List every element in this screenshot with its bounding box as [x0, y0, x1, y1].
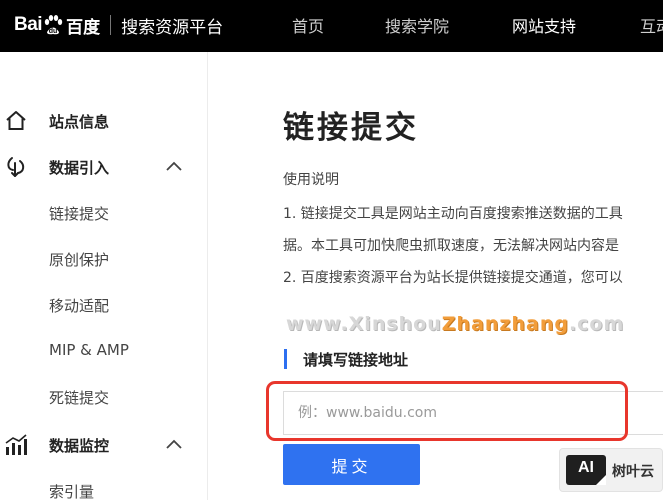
top-nav-bar: Bai du 百度 搜索资源平台 首页 搜索学院 网站支持 互动 [0, 0, 663, 52]
usage-line: 1. 链接提交工具是网站主动向百度搜索推送数据的工具 [283, 206, 623, 222]
ai-logo-corner [596, 475, 606, 485]
nav-home[interactable]: 首页 [292, 13, 324, 37]
sidebar-item-original-protection[interactable]: 原创保护 [49, 249, 109, 270]
bar-chart-icon [5, 434, 27, 455]
sidebar-item-mobile-adapt[interactable]: 移动适配 [49, 295, 109, 316]
data-import-icon [7, 157, 25, 177]
chevron-up-icon[interactable] [165, 437, 183, 451]
brand-name: 树叶云 [612, 464, 654, 480]
paw-icon: du [44, 15, 63, 35]
svg-text:du: du [49, 28, 58, 35]
sidebar-item-link-submit[interactable]: 链接提交 [49, 203, 109, 224]
ai-logo-icon: AI [566, 455, 606, 485]
sidebar-group-label: 数据引入 [49, 159, 110, 177]
sidebar-item-label: 站点信息 [49, 113, 110, 131]
home-icon [6, 111, 26, 130]
sidebar-item-mip-amp[interactable]: MIP & AMP [49, 341, 129, 359]
sidebar-item-index-volume[interactable]: 索引量 [49, 481, 94, 500]
logo-text-cn: 百度 [66, 17, 101, 38]
sidebar-group-data-monitor[interactable]: 数据监控 [0, 427, 207, 463]
logo-text-bai: Bai [14, 14, 43, 35]
nav-site-support[interactable]: 网站支持 [512, 13, 576, 37]
sidebar-group-label: 数据监控 [49, 437, 110, 455]
page-title: 链接提交 [283, 110, 419, 146]
sidebar-item-dead-link[interactable]: 死链提交 [49, 387, 109, 408]
watermark-suffix: .com [568, 313, 625, 335]
watermark-text: www.XinshouZhanzhang.com [286, 313, 624, 335]
usage-heading: 使用说明 [283, 172, 339, 188]
field-label-accent [284, 349, 287, 369]
sidebar-item-site-info[interactable]: 站点信息 [0, 103, 207, 139]
platform-name: 搜索资源平台 [121, 17, 224, 38]
baidu-logo[interactable]: Bai du 百度 搜索资源平台 [14, 10, 223, 40]
chevron-up-icon[interactable] [165, 159, 183, 173]
logo-divider [110, 15, 112, 35]
sidebar: 站点信息 数据引入 链接提交 原创保护 移动适配 MIP & AMP 死链提交 … [0, 52, 208, 500]
nav-interaction[interactable]: 互动 [640, 13, 663, 37]
usage-line: 2. 百度搜索资源平台为站长提供链接提交通道，您可以 [283, 270, 623, 286]
brand-badge: AI 树叶云 [559, 448, 663, 492]
sidebar-group-data-import[interactable]: 数据引入 [0, 149, 207, 185]
usage-line: 据。本工具可加快爬虫抓取速度，无法解决网站内容是 [283, 238, 619, 254]
nav-academy[interactable]: 搜索学院 [385, 13, 449, 37]
watermark-highlight: Zhanzhang [441, 313, 569, 335]
field-label: 请填写链接地址 [303, 351, 409, 369]
watermark-prefix: www.Xinshou [286, 313, 442, 335]
url-input[interactable] [283, 391, 663, 435]
submit-button[interactable]: 提交 [283, 444, 420, 485]
